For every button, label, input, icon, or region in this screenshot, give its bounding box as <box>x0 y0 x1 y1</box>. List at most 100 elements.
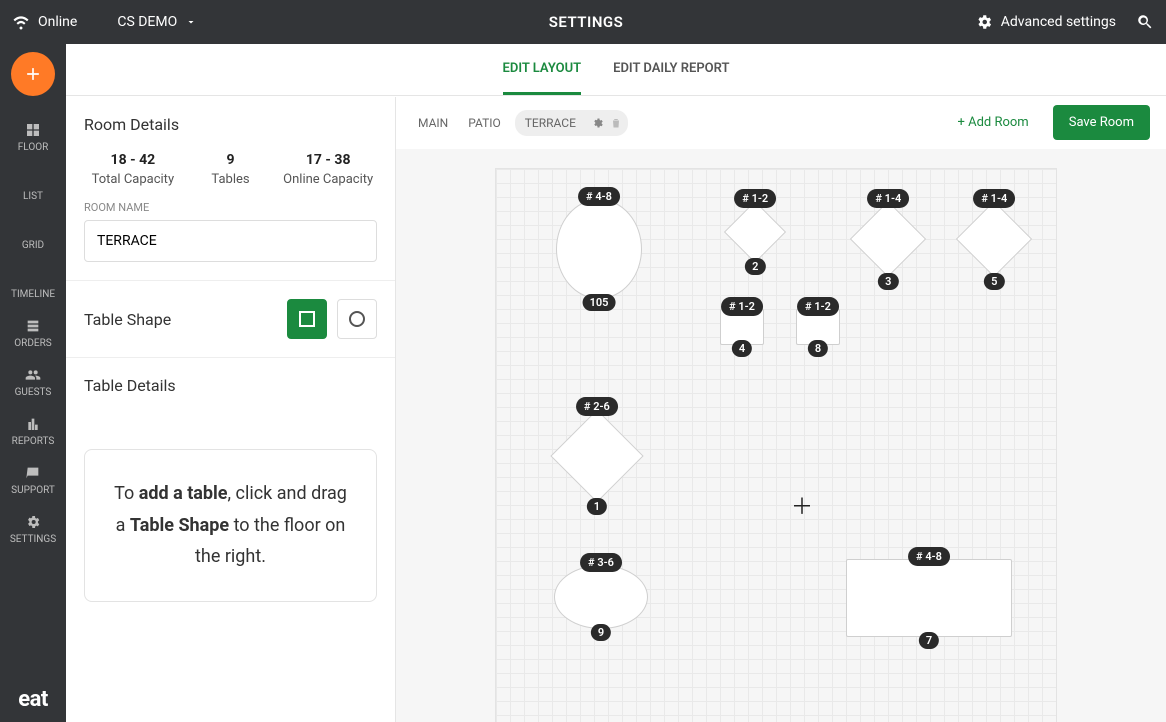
nav-settings-label: SETTINGS <box>10 534 56 545</box>
table-capacity-pill: # 1-2 <box>797 297 839 316</box>
nav-orders-label: ORDERS <box>14 338 51 349</box>
nav-floor-label: FLOOR <box>18 142 49 153</box>
table-capacity-pill: # 2-6 <box>576 397 618 416</box>
total-capacity-value: 18 - 42 <box>84 152 182 168</box>
table-details-heading: Table Details <box>84 376 377 395</box>
table-2[interactable]: # 1-22 <box>724 201 786 263</box>
add-table-hint: To add a table, click and drag a Table S… <box>84 449 377 602</box>
nav-settings[interactable]: SETTINGS <box>0 506 66 555</box>
table-capacity-pill: # 4-8 <box>908 547 950 566</box>
floor-icon <box>25 122 41 138</box>
plus-cursor-icon: ＋ <box>791 489 813 521</box>
nav-reports-label: REPORTS <box>12 436 55 447</box>
table-capacity-pill: # 1-4 <box>973 189 1015 208</box>
save-room-button[interactable]: Save Room <box>1053 105 1150 140</box>
room-tab-main[interactable]: MAIN <box>412 112 454 134</box>
table-id-pill: 8 <box>808 340 828 357</box>
wifi-icon <box>12 13 30 31</box>
left-nav-rail: FLOOR LIST GRID TIMELINE ORDERS GUESTS R… <box>0 44 66 722</box>
nav-timeline-label: TIMELINE <box>11 289 55 300</box>
table-id-pill: 1 <box>587 498 607 515</box>
room-tab-patio[interactable]: PATIO <box>462 112 507 134</box>
nav-timeline[interactable]: TIMELINE <box>0 261 66 310</box>
online-label: Online <box>38 14 77 30</box>
table-1[interactable]: # 2-61 <box>550 409 644 503</box>
table-5[interactable]: # 1-45 <box>956 201 1033 278</box>
tab-edit-layout[interactable]: EDIT LAYOUT <box>503 44 582 95</box>
table-id-pill: 7 <box>919 632 939 649</box>
workspace-switcher[interactable]: CS DEMO <box>117 14 197 30</box>
nav-support[interactable]: SUPPORT <box>0 457 66 506</box>
table-body <box>550 409 643 502</box>
shape-square-button[interactable] <box>287 299 327 339</box>
brand-logo: eat <box>18 687 48 712</box>
add-button[interactable] <box>11 52 55 96</box>
room-delete-icon[interactable] <box>610 117 622 129</box>
total-capacity-label: Total Capacity <box>84 172 182 187</box>
table-shape-heading: Table Shape <box>84 310 171 329</box>
table-8[interactable]: # 1-28 <box>796 309 840 345</box>
advanced-settings-link[interactable]: Advanced settings <box>975 13 1116 31</box>
nav-floor[interactable]: FLOOR <box>0 114 66 163</box>
support-icon <box>25 465 41 481</box>
top-bar: Online CS DEMO SETTINGS Advanced setting… <box>0 0 1166 44</box>
nav-grid-label: GRID <box>22 240 44 251</box>
table-id-pill: 2 <box>745 258 765 275</box>
nav-reports[interactable]: REPORTS <box>0 408 66 457</box>
canvas-area: MAIN PATIO TERRACE + Add Room Save Room … <box>396 97 1166 722</box>
nav-guests-label: GUESTS <box>15 387 52 398</box>
online-capacity-value: 17 - 38 <box>279 152 377 168</box>
table-id-pill: 4 <box>732 340 752 357</box>
table-body <box>846 559 1012 637</box>
table-body <box>556 199 642 299</box>
chevron-down-icon <box>185 16 197 28</box>
table-id-pill: 5 <box>984 273 1004 290</box>
nav-support-label: SUPPORT <box>11 485 55 496</box>
table-3[interactable]: # 1-43 <box>850 201 927 278</box>
advanced-settings-label: Advanced settings <box>1001 14 1116 30</box>
nav-orders[interactable]: ORDERS <box>0 310 66 359</box>
gears-icon <box>975 13 993 31</box>
gear-icon <box>25 514 41 530</box>
room-settings-icon[interactable] <box>592 117 604 129</box>
tables-label: Tables <box>182 172 280 187</box>
canvas-header: MAIN PATIO TERRACE + Add Room Save Room <box>396 97 1166 149</box>
shape-circle-button[interactable] <box>337 299 377 339</box>
table-capacity-pill: # 4-8 <box>578 187 620 206</box>
tables-value: 9 <box>182 152 280 168</box>
table-capacity-pill: # 1-2 <box>734 189 776 208</box>
nav-list-label: LIST <box>23 191 43 202</box>
search-icon[interactable] <box>1136 13 1154 31</box>
workspace-name: CS DEMO <box>117 14 177 30</box>
connection-status: Online <box>12 13 77 31</box>
table-id-pill: 3 <box>878 273 898 290</box>
table-105[interactable]: # 4-8105 <box>556 199 642 299</box>
guests-icon <box>25 367 41 383</box>
reports-icon <box>25 416 41 432</box>
square-icon <box>299 311 315 327</box>
main-area: EDIT LAYOUT EDIT DAILY REPORT Room Detai… <box>66 44 1166 722</box>
table-4[interactable]: # 1-24 <box>720 309 764 345</box>
table-body <box>956 201 1032 277</box>
nav-grid[interactable]: GRID <box>0 212 66 261</box>
nav-guests[interactable]: GUESTS <box>0 359 66 408</box>
table-id-pill: 105 <box>583 294 616 311</box>
table-capacity-pill: # 1-2 <box>721 297 763 316</box>
table-capacity-pill: # 1-4 <box>867 189 909 208</box>
table-id-pill: 9 <box>591 624 611 641</box>
add-room-link[interactable]: + Add Room <box>958 115 1029 130</box>
table-capacity-pill: # 3-6 <box>580 553 622 572</box>
room-name-input[interactable] <box>84 220 377 262</box>
plus-icon <box>23 64 43 84</box>
floor-grid[interactable]: # 4-8105# 1-22# 1-43# 1-45# 1-24# 1-28# … <box>396 149 1166 722</box>
table-9[interactable]: # 3-69 <box>554 565 648 629</box>
orders-icon <box>25 318 41 334</box>
floor-grid-inner[interactable]: # 4-8105# 1-22# 1-43# 1-45# 1-24# 1-28# … <box>496 169 1056 722</box>
room-tab-terrace[interactable]: TERRACE <box>515 110 586 136</box>
table-body <box>850 201 926 277</box>
settings-tabs: EDIT LAYOUT EDIT DAILY REPORT <box>66 44 1166 96</box>
nav-list[interactable]: LIST <box>0 163 66 212</box>
table-7[interactable]: # 4-87 <box>846 559 1012 637</box>
tab-edit-daily-report[interactable]: EDIT DAILY REPORT <box>613 44 729 95</box>
page-title: SETTINGS <box>197 13 975 31</box>
